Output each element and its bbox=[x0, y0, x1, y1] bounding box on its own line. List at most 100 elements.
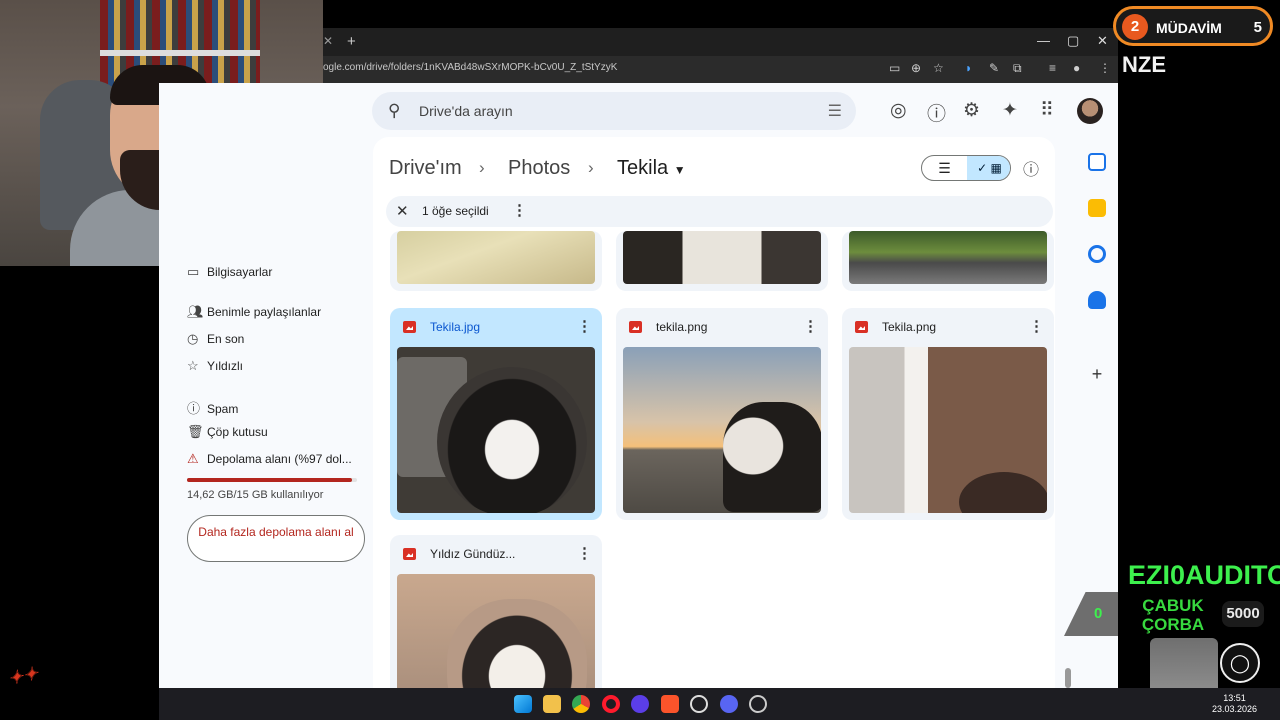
add-app-icon[interactable]: + bbox=[1088, 365, 1106, 383]
overlay-score: 5000 bbox=[1222, 601, 1264, 627]
tasks-icon[interactable] bbox=[1088, 245, 1106, 263]
main-panel: Drive'ım › Photos › Tekila ▼ ☰ ✓ ▦ ⓘ ✕ 1… bbox=[373, 137, 1055, 688]
offline-ready-icon[interactable]: ◎ bbox=[890, 99, 907, 122]
extension-icon[interactable]: ◗ bbox=[965, 61, 972, 75]
nav-item-starred[interactable]: ☆ Yıldızlı bbox=[187, 358, 243, 374]
image-file-icon bbox=[403, 548, 416, 560]
calendar-icon[interactable] bbox=[1088, 153, 1106, 171]
file-card[interactable] bbox=[390, 231, 602, 291]
more-vert-icon[interactable]: ⋮ bbox=[1029, 317, 1044, 335]
drive-page: ⚲ Drive'da arayın ☰ ◎ ⓘ ⚙ ✦ ⠿ ▭ Bilgisaya… bbox=[159, 83, 1118, 688]
zoom-icon[interactable]: ⊕ bbox=[911, 61, 921, 75]
profile-icon[interactable]: ● bbox=[1073, 61, 1080, 75]
file-card[interactable]: Tekila.png ⋮ bbox=[842, 308, 1054, 520]
new-tab-button[interactable]: + bbox=[347, 33, 356, 50]
storage-bar bbox=[187, 478, 357, 482]
nav-item-spam[interactable]: ⓘ Spam bbox=[187, 398, 238, 417]
clock[interactable]: 13:51 23.03.2026 bbox=[1212, 693, 1257, 715]
nav-item-storage[interactable]: ⚠ Depolama alanı (%97 dol... bbox=[187, 451, 352, 467]
file-card[interactable]: Tekila.jpg ⋮ bbox=[390, 308, 602, 520]
browser-menu-icon[interactable]: ⋮ bbox=[1099, 61, 1111, 75]
image-file-icon bbox=[855, 321, 868, 333]
nav-item-recent[interactable]: ◷ En son bbox=[187, 331, 244, 347]
tab-close-icon[interactable]: ✕ bbox=[323, 34, 333, 48]
file-name: Yıldız Gündüz... bbox=[430, 547, 516, 561]
image-file-icon bbox=[403, 321, 416, 333]
search-input[interactable]: Drive'da arayın bbox=[419, 103, 513, 119]
search-bar[interactable]: ⚲ Drive'da arayın ☰ bbox=[372, 92, 856, 130]
clear-selection-icon[interactable]: ✕ bbox=[396, 202, 409, 220]
start-icon[interactable] bbox=[514, 695, 532, 713]
gemini-icon[interactable]: ✦ bbox=[1002, 99, 1018, 122]
address-bar[interactable]: ogle.com/drive/folders/1nKVABd48wSXrMOPK… bbox=[323, 56, 1118, 83]
file-card[interactable]: Yıldız Gündüz... ⋮ bbox=[390, 535, 602, 688]
file-thumbnail bbox=[849, 231, 1047, 284]
computer-icon: ▭ bbox=[187, 264, 200, 279]
list-view-icon[interactable]: ☰ bbox=[922, 156, 967, 180]
puzzle-icon[interactable]: ⧉ bbox=[1013, 61, 1022, 76]
get-more-storage-button[interactable]: Daha fazla depolama alanı al bbox=[187, 515, 365, 562]
scrollbar[interactable] bbox=[1065, 668, 1071, 688]
apps-grid-icon[interactable]: ⠿ bbox=[1040, 99, 1054, 122]
file-name: Tekila.png bbox=[882, 320, 937, 334]
search-options-icon[interactable]: ☰ bbox=[828, 101, 842, 121]
image-file-icon bbox=[629, 321, 642, 333]
search-icon[interactable]: ⚲ bbox=[388, 101, 400, 121]
help-icon[interactable]: ⓘ bbox=[927, 99, 946, 126]
clock-time: 13:51 bbox=[1223, 693, 1246, 703]
chrome-icon[interactable] bbox=[572, 695, 590, 713]
minimize-button[interactable]: — bbox=[1037, 33, 1050, 48]
file-thumbnail bbox=[623, 231, 821, 284]
more-actions-icon[interactable]: ⋮ bbox=[512, 201, 527, 219]
breadcrumb-photos[interactable]: Photos bbox=[508, 157, 570, 180]
contacts-icon[interactable] bbox=[1088, 291, 1106, 309]
file-name: Tekila.jpg bbox=[430, 320, 481, 334]
bookmark-star-icon[interactable]: ☆ bbox=[933, 61, 944, 75]
pen-icon[interactable]: ✎ bbox=[989, 61, 999, 75]
trash-icon: 🗑︎ bbox=[187, 424, 204, 439]
app-icon[interactable] bbox=[631, 695, 649, 713]
breadcrumb-current-folder[interactable]: Tekila ▼ bbox=[617, 157, 686, 180]
discord-icon[interactable] bbox=[720, 695, 738, 713]
overlay-title: ÇABUK ÇORBA bbox=[1141, 596, 1205, 634]
nav-item-shared[interactable]: 👥︎ Benimle paylaşılanlar bbox=[187, 304, 321, 320]
media-icon[interactable]: ≡ bbox=[1049, 61, 1056, 75]
selection-bar: ✕ 1 öğe seçildi ⋮ bbox=[386, 196, 1053, 227]
info-icon[interactable]: ⓘ bbox=[1023, 156, 1039, 180]
file-card[interactable]: tekila.png ⋮ bbox=[616, 308, 828, 520]
brave-icon[interactable] bbox=[661, 695, 679, 713]
chat-bubble-icon: ◯ bbox=[1220, 643, 1260, 683]
selection-count: 1 öğe seçildi bbox=[422, 204, 489, 218]
taskbar: 13:51 23.03.2026 bbox=[159, 688, 1280, 720]
steam-icon[interactable] bbox=[749, 695, 767, 713]
view-toggle[interactable]: ☰ ✓ ▦ bbox=[921, 155, 1011, 181]
file-card[interactable] bbox=[842, 231, 1054, 291]
storage-fill bbox=[187, 478, 352, 482]
settings-icon[interactable]: ⚙ bbox=[963, 99, 980, 122]
chatgpt-icon[interactable] bbox=[690, 695, 708, 713]
more-vert-icon[interactable]: ⋮ bbox=[577, 317, 592, 335]
maximize-button[interactable]: ▢ bbox=[1067, 33, 1079, 49]
close-window-button[interactable]: ✕ bbox=[1097, 33, 1108, 49]
spam-icon: ⓘ bbox=[187, 401, 201, 416]
warning-icon: ⚠ bbox=[187, 451, 199, 466]
file-card[interactable] bbox=[616, 231, 828, 291]
opera-icon[interactable] bbox=[602, 695, 620, 713]
shared-icon: 👥︎ bbox=[187, 304, 204, 319]
browser-tab-bar: ✕ + — ▢ ✕ bbox=[323, 28, 1118, 56]
nav-item-trash[interactable]: 🗑︎ Çöp kutusu bbox=[187, 424, 268, 440]
file-thumbnail bbox=[849, 347, 1047, 513]
keep-icon[interactable] bbox=[1088, 199, 1106, 217]
star-icon: ☆ bbox=[187, 358, 199, 373]
avatar[interactable] bbox=[1077, 98, 1103, 124]
cast-icon[interactable]: ▭ bbox=[889, 61, 900, 75]
chevron-right-icon: › bbox=[479, 158, 485, 177]
file-thumbnail bbox=[623, 347, 821, 513]
more-vert-icon[interactable]: ⋮ bbox=[803, 317, 818, 335]
more-vert-icon[interactable]: ⋮ bbox=[577, 544, 592, 562]
breadcrumb-my-drive[interactable]: Drive'ım bbox=[389, 157, 462, 180]
nav-item-computers[interactable]: ▭ Bilgisayarlar bbox=[187, 264, 272, 280]
file-explorer-icon[interactable] bbox=[543, 695, 561, 713]
grid-view-icon[interactable]: ✓ ▦ bbox=[967, 156, 1010, 180]
url-text[interactable]: ogle.com/drive/folders/1nKVABd48wSXrMOPK… bbox=[323, 62, 617, 73]
